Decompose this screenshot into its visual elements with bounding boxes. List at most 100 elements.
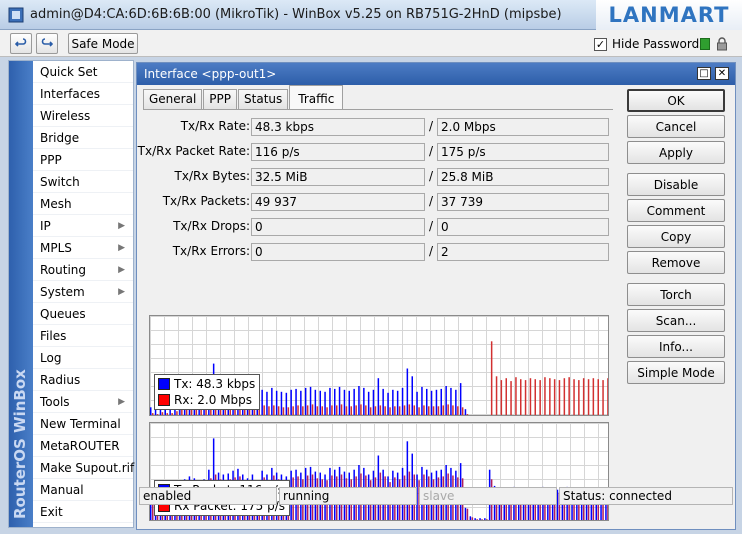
sidebar-item-exit[interactable]: Exit	[33, 501, 133, 523]
sidebar-item-tools[interactable]: Tools ▶	[33, 391, 133, 413]
torch-button[interactable]: Torch	[627, 283, 725, 306]
rx-packet-bar	[476, 519, 478, 520]
tx-bar	[445, 386, 447, 415]
rx-bar	[311, 404, 314, 415]
sidebar-item-interfaces[interactable]: Interfaces	[33, 83, 133, 105]
status-slave: slave	[419, 487, 557, 505]
apply-button[interactable]: Apply	[627, 141, 725, 164]
tx-value: 48.3 kbps	[251, 118, 425, 136]
remove-button[interactable]: Remove	[627, 251, 725, 274]
rx-bar	[152, 413, 154, 415]
rx-packet-bar	[471, 517, 474, 520]
rx-bar	[408, 404, 411, 415]
comment-button[interactable]: Comment	[627, 199, 725, 222]
sidebar-item-make-supout-rif[interactable]: Make Supout.rif	[33, 457, 134, 479]
sidebar-item-log[interactable]: Log	[33, 347, 133, 369]
rx-bar	[379, 405, 382, 415]
scan-button[interactable]: Scan...	[627, 309, 725, 332]
sidebar-item-queues[interactable]: Queues	[33, 303, 133, 325]
rx-bar	[520, 379, 522, 415]
hide-passwords-checkbox[interactable]: ✓	[594, 37, 607, 51]
sidebar-item-radius[interactable]: Radius	[33, 369, 133, 391]
tx-bar	[290, 389, 292, 415]
rx-bar	[277, 406, 280, 415]
sidebar-item-files[interactable]: Files	[33, 325, 133, 347]
tx-bar	[459, 383, 462, 415]
rx-bar	[607, 378, 608, 415]
tx-bar	[334, 388, 336, 415]
interface-dialog: Interface <ppp-out1> □ ✕ General PPP Statu…	[136, 62, 736, 530]
rx-bar	[544, 377, 546, 415]
sidebar-item-ppp[interactable]: PPP	[33, 149, 133, 171]
tx-bar	[392, 389, 394, 415]
tx-bar	[411, 376, 413, 415]
sidebar-menu: Quick Set Interfaces Wireless Bridge PPP Swit…	[33, 61, 134, 523]
sidebar-item-wireless[interactable]: Wireless	[33, 105, 133, 127]
sidebar-item-label: Switch	[40, 175, 80, 189]
undo-button[interactable]	[10, 33, 32, 54]
rx-bar	[306, 405, 309, 415]
maximize-button[interactable]: □	[697, 67, 711, 80]
sidebar: RouterOS WinBox Quick Set Interfaces Wirel…	[8, 60, 134, 528]
rx-bar	[161, 412, 164, 415]
legend-entry: Tx: 48.3 kbps	[158, 376, 255, 392]
close-button[interactable]: ✕	[715, 67, 729, 80]
sidebar-item-label: System	[40, 285, 85, 299]
sidebar-item-new-terminal[interactable]: New Terminal	[33, 413, 133, 435]
rx-bar	[568, 377, 570, 415]
separator: /	[429, 194, 434, 208]
rx-bar	[476, 415, 478, 416]
tx-bar	[285, 392, 288, 415]
tx-bar	[150, 407, 152, 415]
legend-entry: Rx: 2.0 Mbps	[158, 392, 255, 408]
sidebar-item-bridge[interactable]: Bridge	[33, 127, 133, 149]
redo-button[interactable]	[36, 33, 58, 54]
hide-passwords-label: Hide Passwords	[612, 37, 706, 51]
simple-mode-button[interactable]: Simple Mode	[627, 361, 725, 384]
tx-packet-bar	[469, 516, 472, 520]
sidebar-item-manual[interactable]: Manual	[33, 479, 133, 501]
tx-value: 116 p/s	[251, 143, 425, 161]
sidebar-item-mesh[interactable]: Mesh	[33, 193, 133, 215]
ok-button[interactable]: OK	[627, 89, 725, 112]
tx-bar	[363, 387, 365, 415]
connection-status-indicator	[700, 38, 710, 50]
sidebar-item-switch[interactable]: Switch	[33, 171, 133, 193]
tx-packet-bar	[474, 518, 476, 520]
rx-bar	[602, 380, 604, 415]
tx-bar	[154, 409, 157, 415]
tab-status[interactable]: Status	[238, 89, 289, 109]
tab-ppp[interactable]: PPP	[203, 89, 238, 109]
separator: /	[429, 219, 434, 233]
copy-button[interactable]: Copy	[627, 225, 725, 248]
cancel-button[interactable]: Cancel	[627, 115, 725, 138]
sidebar-item-system[interactable]: System ▶	[33, 281, 133, 303]
disable-button[interactable]: Disable	[627, 173, 725, 196]
rx-bar	[486, 415, 488, 416]
rx-bar	[326, 407, 328, 415]
tx-bar	[367, 391, 370, 415]
rx-bar	[534, 379, 536, 415]
rx-bar	[302, 406, 304, 415]
rx-bar	[413, 405, 415, 415]
rx-bar	[389, 407, 391, 415]
lanmart-logo: LAN MART	[596, 0, 742, 30]
safe-mode-button[interactable]: Safe Mode	[68, 33, 138, 54]
field-label: Tx/Rx Rate:	[180, 119, 250, 133]
hide-passwords-toggle[interactable]: ✓ Hide Passwords	[594, 37, 705, 51]
rx-bar	[573, 379, 575, 415]
rx-bar	[563, 378, 566, 415]
sidebar-item-quick-set[interactable]: Quick Set	[33, 61, 133, 83]
sidebar-item-routing[interactable]: Routing ▶	[33, 259, 133, 281]
tx-bar	[324, 391, 326, 415]
sidebar-item-metarouter[interactable]: MetaROUTER	[33, 435, 133, 457]
rx-bar	[481, 415, 483, 416]
dialog-title-bar[interactable]: Interface <ppp-out1> □ ✕	[137, 63, 735, 85]
tab-traffic[interactable]: Traffic	[289, 85, 344, 109]
rx-bar	[268, 406, 270, 415]
sidebar-item-mpls[interactable]: MPLS ▶	[33, 237, 133, 259]
tx-bar	[416, 391, 418, 415]
info-button[interactable]: Info...	[627, 335, 725, 358]
sidebar-item-ip[interactable]: IP ▶	[33, 215, 133, 237]
tab-general[interactable]: General	[143, 89, 203, 109]
